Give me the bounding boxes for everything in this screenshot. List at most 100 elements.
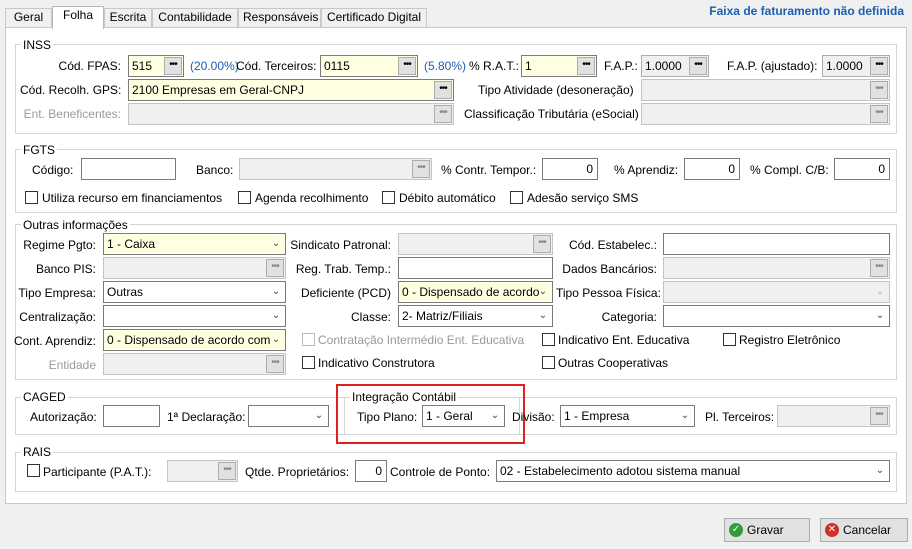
terceiros-label: Cód. Terceiros: bbox=[236, 59, 317, 73]
reg-trab-input[interactable] bbox=[398, 257, 553, 279]
chevron-down-icon: ⌄ bbox=[875, 465, 885, 476]
tipo-atividade-input[interactable]: ••• bbox=[641, 79, 890, 101]
categoria-select[interactable]: ⌄ bbox=[663, 305, 890, 327]
agenda-checkbox[interactable] bbox=[238, 191, 251, 204]
ind-ent-label: Indicativo Ent. Educativa bbox=[558, 333, 690, 347]
tipo-atividade-lookup-button[interactable]: ••• bbox=[870, 81, 888, 99]
pat-lookup-button[interactable]: ••• bbox=[218, 462, 236, 480]
chevron-down-icon: ⌄ bbox=[271, 286, 281, 297]
chevron-down-icon: ⌄ bbox=[271, 310, 281, 321]
compl-cb-input[interactable]: 0 bbox=[834, 158, 890, 180]
tab-geral[interactable]: Geral bbox=[5, 8, 52, 27]
gps-lookup-button[interactable]: ••• bbox=[434, 81, 452, 99]
rat-lookup-button[interactable]: ••• bbox=[577, 57, 595, 75]
centralizacao-select[interactable]: ⌄ bbox=[103, 305, 286, 327]
pl-terceiros-lookup-button[interactable]: ••• bbox=[870, 407, 888, 425]
reg-eletronico-checkbox[interactable] bbox=[723, 333, 736, 346]
entidade-lookup-button[interactable]: ••• bbox=[266, 355, 284, 373]
ind-construtora-checkbox[interactable] bbox=[302, 356, 315, 369]
divisao-label: Divisão: bbox=[512, 410, 555, 424]
deficiente-select[interactable]: 0 - Dispensado de acordo ⌄ bbox=[398, 281, 553, 303]
tab-folha[interactable]: Folha bbox=[52, 6, 104, 29]
banco-pis-lookup-button[interactable]: ••• bbox=[266, 259, 284, 277]
fgts-codigo-input[interactable] bbox=[81, 158, 176, 180]
aprendiz-input[interactable]: 0 bbox=[684, 158, 740, 180]
fgts-banco-input[interactable]: ••• bbox=[239, 158, 432, 180]
tab-responsaveis[interactable]: Responsáveis bbox=[238, 8, 321, 27]
fap-ajustado-lookup-button[interactable]: ••• bbox=[870, 57, 888, 75]
contr-temp-input[interactable]: 0 bbox=[542, 158, 598, 180]
fpas-label: Cód. FPAS: bbox=[58, 59, 121, 73]
outras-coop-label: Outras Cooperativas bbox=[558, 356, 669, 370]
sms-checkbox[interactable] bbox=[510, 191, 523, 204]
tipo-pf-select[interactable]: ⌄ bbox=[663, 281, 890, 303]
contr-temp-label: % Contr. Tempor.: bbox=[441, 163, 537, 177]
controle-ponto-select[interactable]: 02 - Estabelecimento adotou sistema manu… bbox=[496, 460, 890, 482]
deficiente-value: 0 - Dispensado de acordo bbox=[402, 285, 540, 299]
centralizacao-label: Centralização: bbox=[19, 310, 96, 324]
cont-aprendiz-select[interactable]: 0 - Dispensado de acordo com ⌄ bbox=[103, 329, 286, 351]
sindicato-lookup-button[interactable]: ••• bbox=[533, 235, 551, 253]
declaracao-select[interactable]: ⌄ bbox=[248, 405, 329, 427]
reg-trab-label: Reg. Trab. Temp.: bbox=[295, 262, 391, 276]
tab-contabilidade[interactable]: Contabilidade bbox=[152, 8, 238, 27]
contr-interm-checkbox[interactable] bbox=[302, 333, 315, 346]
pl-terceiros-label: Pl. Terceiros: bbox=[705, 410, 775, 424]
fgts-codigo-label: Código: bbox=[32, 163, 74, 177]
chevron-down-icon: ⌄ bbox=[680, 410, 690, 421]
rat-input[interactable]: 1 ••• bbox=[521, 55, 597, 77]
fpas-lookup-button[interactable]: ••• bbox=[164, 57, 182, 75]
tab-escrita[interactable]: Escrita bbox=[104, 8, 152, 27]
fap-ajustado-input[interactable]: 1.0000 ••• bbox=[822, 55, 890, 77]
divisao-value: 1 - Empresa bbox=[564, 409, 630, 423]
categoria-label: Categoria: bbox=[601, 310, 657, 324]
pl-terceiros-input[interactable]: ••• bbox=[777, 405, 890, 427]
cont-aprendiz-value: 0 - Dispensado de acordo com bbox=[107, 333, 271, 347]
financiamentos-checkbox[interactable] bbox=[25, 191, 38, 204]
check-icon: ✓ bbox=[729, 523, 743, 537]
qtde-prop-input[interactable]: 0 bbox=[355, 460, 387, 482]
debito-checkbox[interactable] bbox=[382, 191, 395, 204]
fpas-input[interactable]: 515 ••• bbox=[128, 55, 184, 77]
divisao-select[interactable]: 1 - Empresa ⌄ bbox=[560, 405, 695, 427]
fgts-banco-lookup-button[interactable]: ••• bbox=[412, 160, 430, 178]
cancelar-label: Cancelar bbox=[843, 523, 892, 537]
dados-banc-input[interactable]: ••• bbox=[663, 257, 890, 279]
ent-beneficentes-input[interactable]: ••• bbox=[128, 103, 454, 125]
terceiros-percent: (5.80%) bbox=[424, 59, 467, 73]
terceiros-lookup-button[interactable]: ••• bbox=[398, 57, 416, 75]
tipo-empresa-select[interactable]: Outras ⌄ bbox=[103, 281, 286, 303]
class-trib-label: Classificação Tributária (eSocial) bbox=[464, 107, 639, 121]
regime-select[interactable]: 1 - Caixa ⌄ bbox=[103, 233, 286, 255]
class-trib-lookup-button[interactable]: ••• bbox=[870, 105, 888, 123]
chevron-down-icon: ⌄ bbox=[490, 410, 500, 421]
pat-checkbox[interactable] bbox=[27, 464, 40, 477]
outras-coop-checkbox[interactable] bbox=[542, 356, 555, 369]
pat-input[interactable]: ••• bbox=[167, 460, 238, 482]
autorizacao-input[interactable] bbox=[103, 405, 160, 427]
chevron-down-icon: ⌄ bbox=[538, 286, 548, 297]
sindicato-input[interactable]: ••• bbox=[398, 233, 553, 255]
fap-input[interactable]: 1.0000 ••• bbox=[641, 55, 709, 77]
fap-lookup-button[interactable]: ••• bbox=[689, 57, 707, 75]
gps-input[interactable]: 2100 Empresas em Geral-CNPJ ••• bbox=[128, 79, 454, 101]
gravar-button[interactable]: ✓ Gravar bbox=[724, 518, 810, 542]
classe-select[interactable]: 2- Matriz/Filiais ⌄ bbox=[398, 305, 553, 327]
faturamento-status: Faixa de faturamento não definida bbox=[709, 4, 904, 18]
estab-input[interactable] bbox=[663, 233, 890, 255]
dados-banc-lookup-button[interactable]: ••• bbox=[870, 259, 888, 277]
tipo-plano-select[interactable]: 1 - Geral ⌄ bbox=[422, 405, 505, 427]
ind-ent-checkbox[interactable] bbox=[542, 333, 555, 346]
banco-pis-input[interactable]: ••• bbox=[103, 257, 286, 279]
cont-aprendiz-label: Cont. Aprendiz: bbox=[13, 334, 96, 348]
chevron-down-icon: ⌄ bbox=[538, 310, 548, 321]
fpas-percent: (20.00%) bbox=[190, 59, 239, 73]
controle-ponto-label: Controle de Ponto: bbox=[390, 465, 491, 479]
caged-title: CAGED bbox=[21, 390, 68, 404]
tab-certificado-digital[interactable]: Certificado Digital bbox=[321, 8, 427, 27]
class-trib-input[interactable]: ••• bbox=[641, 103, 890, 125]
cancelar-button[interactable]: ✕ Cancelar bbox=[820, 518, 908, 542]
terceiros-input[interactable]: 0115 ••• bbox=[320, 55, 418, 77]
entidade-input[interactable]: ••• bbox=[103, 353, 286, 375]
ent-beneficentes-lookup-button[interactable]: ••• bbox=[434, 105, 452, 123]
